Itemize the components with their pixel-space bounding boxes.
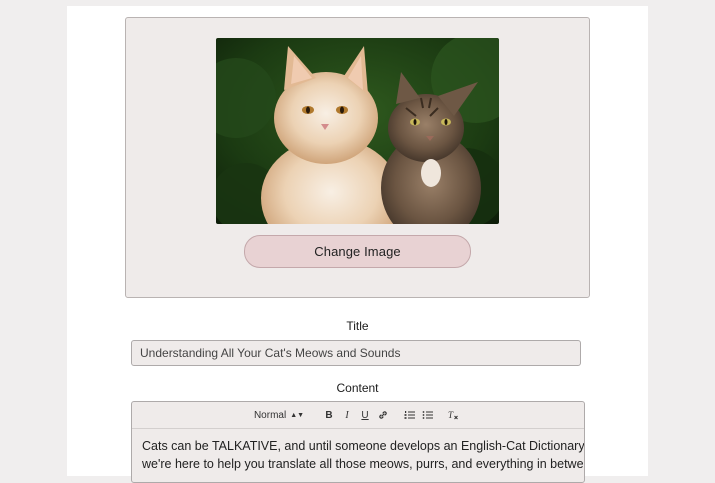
ordered-list-icon[interactable] — [400, 407, 418, 423]
content-line: Cats can be TALKATIVE, and until someone… — [142, 439, 585, 453]
post-editor-page: Change Image Title Understanding All You… — [67, 6, 648, 483]
editor-content[interactable]: Cats can be TALKATIVE, and until someone… — [132, 429, 584, 481]
title-input[interactable]: Understanding All Your Cat's Meows and S… — [131, 340, 581, 366]
cover-image — [216, 38, 499, 224]
format-select[interactable]: Normal ▲▼ — [254, 410, 304, 421]
bold-button[interactable]: B — [320, 407, 338, 423]
underline-button[interactable]: U — [356, 407, 374, 423]
editor-toolbar: Normal ▲▼ B I U T — [132, 402, 584, 429]
bullet-list-icon[interactable] — [418, 407, 436, 423]
link-icon[interactable] — [374, 407, 392, 423]
svg-text:T: T — [448, 410, 454, 420]
content-label: Content — [336, 381, 379, 395]
content-editor: Normal ▲▼ B I U T Cats can be TALKATIVE,… — [131, 401, 585, 483]
select-arrows-icon: ▲▼ — [290, 411, 305, 419]
title-label: Title — [346, 319, 369, 333]
clear-format-icon[interactable]: T — [444, 407, 462, 423]
italic-button[interactable]: I — [338, 407, 356, 423]
content-line: we're here to help you translate all tho… — [142, 457, 585, 471]
change-image-button[interactable]: Change Image — [244, 235, 471, 268]
format-select-value: Normal — [253, 409, 287, 421]
image-card: Change Image — [125, 17, 590, 298]
